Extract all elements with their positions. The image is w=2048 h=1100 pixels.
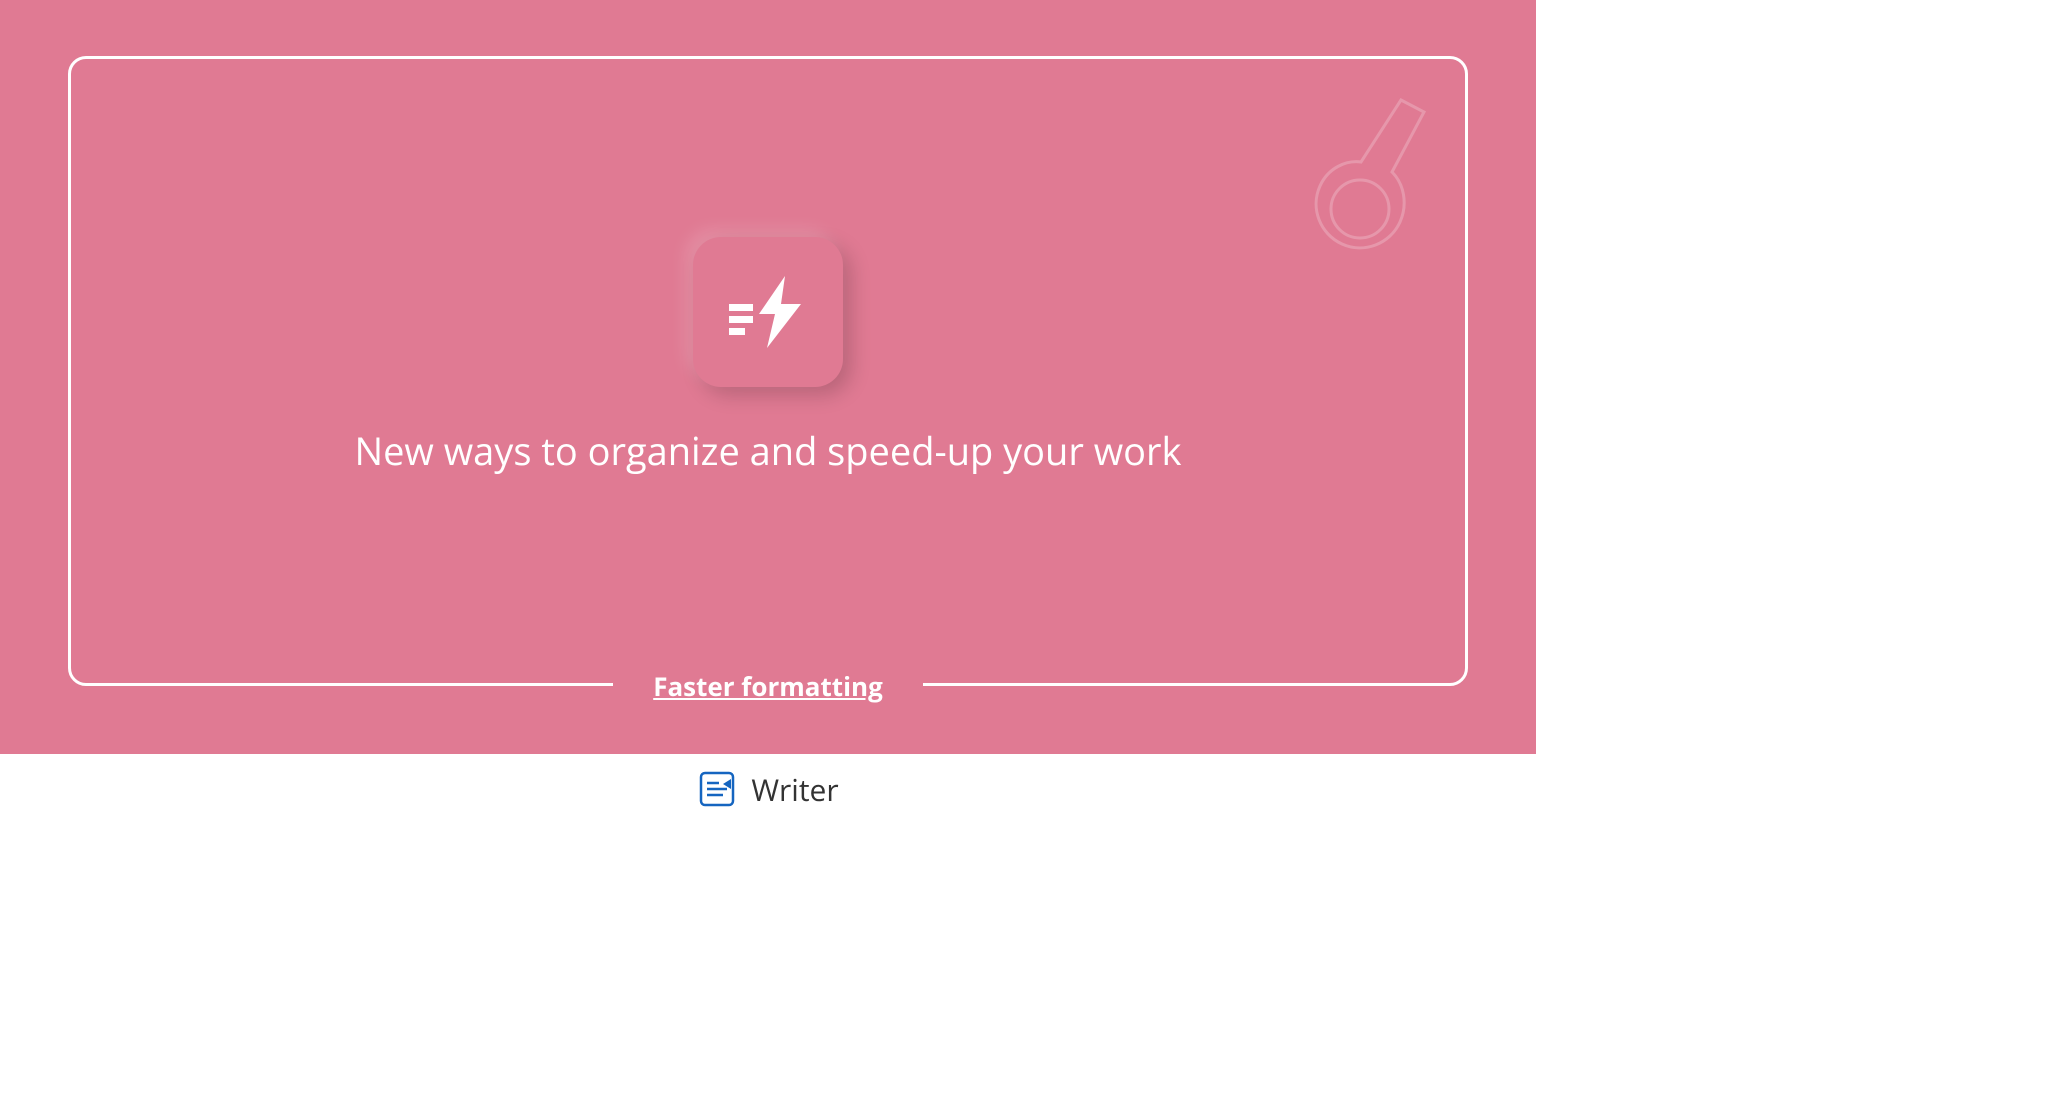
version-six-watermark [1306,90,1436,260]
formatting-bolt-icon [693,237,843,387]
hero-subtitle: Faster formatting [653,668,883,704]
writer-app-icon [697,769,737,809]
footer-bar: Writer [0,754,1536,824]
hero-tagline: New ways to organize and speed-up your w… [354,425,1181,477]
hero-banner: New ways to organize and speed-up your w… [0,0,1536,754]
footer-app-label: Writer [751,769,838,810]
